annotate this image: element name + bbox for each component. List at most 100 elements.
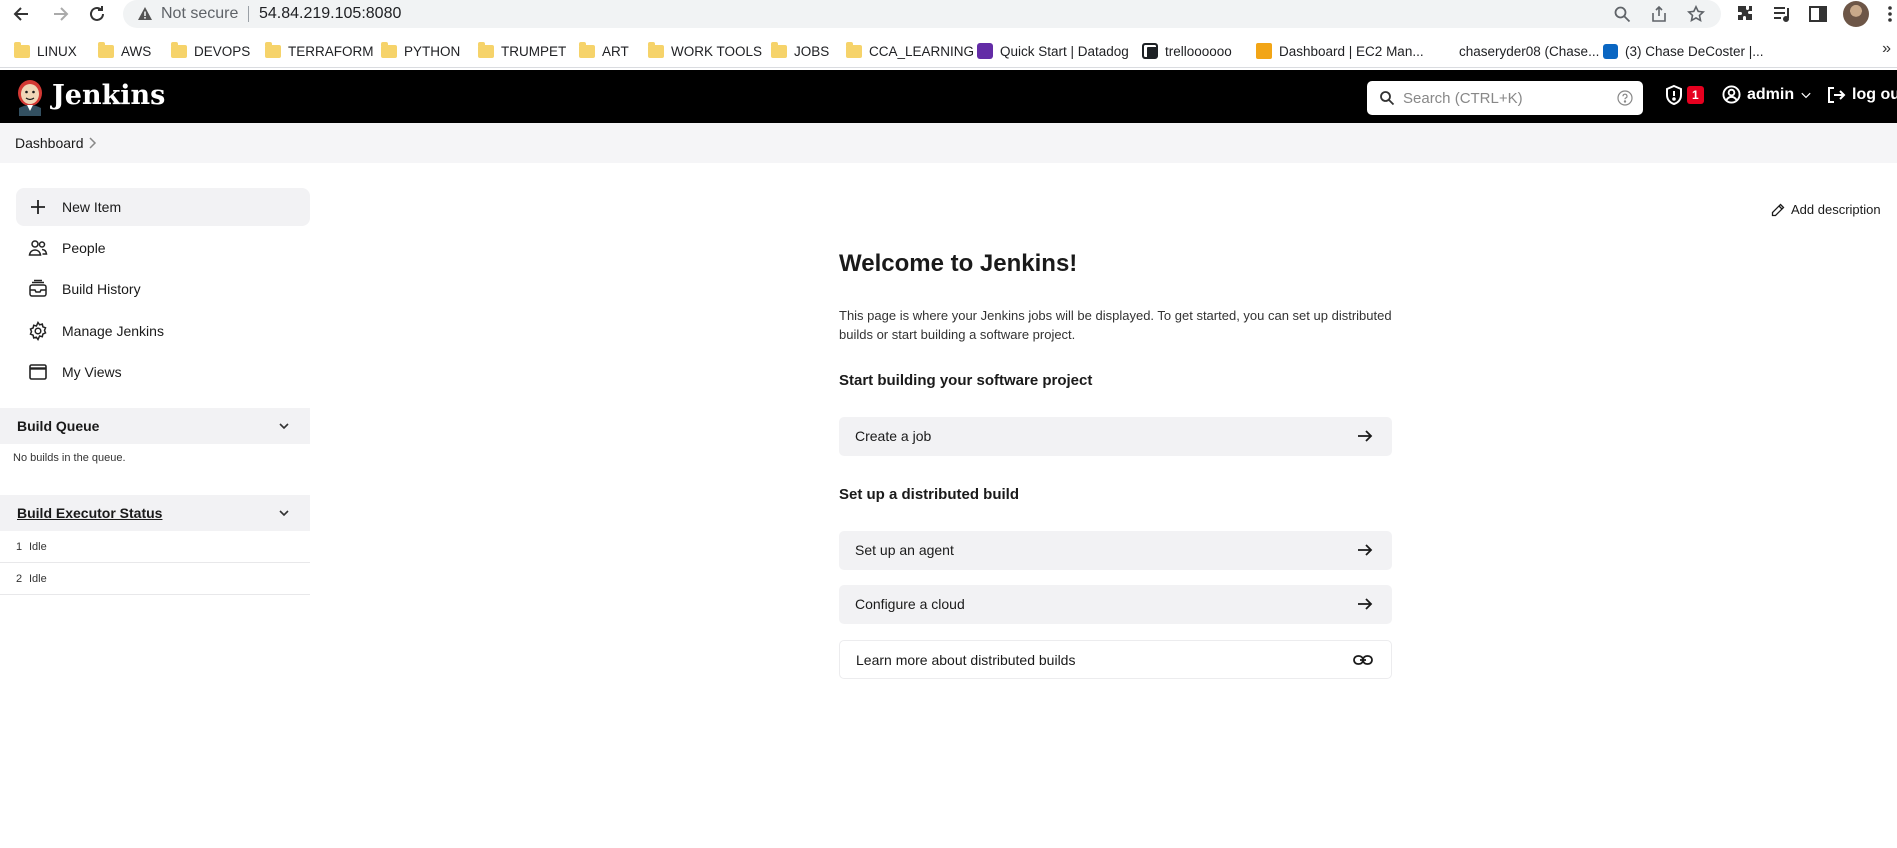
more-bookmarks-button[interactable]: » xyxy=(1882,40,1891,58)
chevron-down-icon[interactable] xyxy=(277,506,291,520)
user-menu[interactable]: admin xyxy=(1722,85,1812,104)
profile-avatar[interactable] xyxy=(1843,1,1869,27)
task-label: People xyxy=(62,240,106,256)
bookmark-label: WORK TOOLS xyxy=(671,43,763,59)
bookmark-label: Dashboard | EC2 Man... xyxy=(1279,43,1424,59)
gear-icon xyxy=(28,320,48,342)
bookmark-label: TERRAFORM xyxy=(288,43,374,59)
executor-number: 2 xyxy=(16,573,23,585)
chevron-down-icon xyxy=(1801,92,1811,98)
bookmark-trumpet[interactable]: TRUMPET xyxy=(478,41,566,61)
shield-alert-icon xyxy=(1666,84,1682,106)
chevron-down-icon[interactable] xyxy=(277,419,291,433)
address-divider xyxy=(248,6,249,22)
browser-toolbar: Not secure 54.84.219.105:8080 xyxy=(0,0,1897,28)
url-text[interactable]: 54.84.219.105:8080 xyxy=(259,5,401,23)
user-name: admin xyxy=(1747,85,1795,103)
action-label: Create a job xyxy=(855,428,932,444)
executor-status: Idle xyxy=(29,573,47,585)
jenkins-brand[interactable]: Jenkins xyxy=(52,80,165,111)
back-arrow-icon[interactable] xyxy=(12,4,32,24)
side-panel-icon[interactable] xyxy=(1808,4,1828,24)
executor-number: 1 xyxy=(16,541,23,553)
bookmark-trello[interactable]: trelloooooo xyxy=(1142,41,1232,61)
create-job-button[interactable]: Create a job xyxy=(839,417,1392,456)
intro-text: This page is where your Jenkins jobs wil… xyxy=(839,308,1392,342)
bookmarks-bar: LINUX AWS DEVOPS TERRAFORM PYTHON TRUMPE… xyxy=(0,32,1897,68)
executor-status-link[interactable]: Build Executor Status xyxy=(17,505,162,521)
executor-status: Idle xyxy=(29,541,47,553)
chrome-menu-icon[interactable] xyxy=(1880,4,1892,24)
bookmark-art[interactable]: ART xyxy=(579,41,629,61)
setup-agent-button[interactable]: Set up an agent xyxy=(839,531,1392,570)
not-secure-label[interactable]: Not secure xyxy=(161,5,238,23)
build-queue-title: Build Queue xyxy=(17,418,100,434)
warning-icon[interactable] xyxy=(137,6,153,22)
task-people[interactable]: People xyxy=(16,229,310,267)
share-icon[interactable] xyxy=(1650,5,1668,23)
build-queue-header[interactable]: Build Queue xyxy=(0,408,310,444)
bookmark-label: Quick Start | Datadog xyxy=(1000,43,1129,59)
bookmark-aws[interactable]: AWS xyxy=(98,41,151,61)
bookmark-label: ART xyxy=(602,43,629,59)
bookmark-python[interactable]: PYTHON xyxy=(381,41,460,61)
bookmark-jobs[interactable]: JOBS xyxy=(771,41,829,61)
logout-label: log out xyxy=(1852,86,1897,103)
bookmark-devops[interactable]: DEVOPS xyxy=(171,41,250,61)
address-bar[interactable]: Not secure 54.84.219.105:8080 xyxy=(123,0,1721,28)
action-label: Learn more about distributed builds xyxy=(856,652,1076,668)
bookmark-label: CCA_LEARNING xyxy=(869,43,975,59)
star-icon[interactable] xyxy=(1686,4,1706,23)
bookmark-work-tools[interactable]: WORK TOOLS xyxy=(648,41,762,61)
jenkins-header: Jenkins 1 admin log out xyxy=(0,70,1897,123)
task-build-history[interactable]: Build History xyxy=(16,270,310,308)
security-alerts-button[interactable]: 1 xyxy=(1664,84,1704,106)
section-heading-build: Start building your software project xyxy=(839,372,1093,389)
arrow-right-icon xyxy=(1356,541,1374,559)
linkedin-icon xyxy=(1603,43,1618,59)
extensions-icon[interactable] xyxy=(1736,4,1756,24)
task-manage-jenkins[interactable]: Manage Jenkins xyxy=(16,312,310,350)
media-controls-icon[interactable] xyxy=(1772,4,1792,24)
plus-icon xyxy=(28,197,48,217)
page-title: Welcome to Jenkins! xyxy=(839,250,1078,277)
task-label: New Item xyxy=(62,199,122,215)
add-description-button[interactable]: Add description xyxy=(1771,202,1881,217)
task-label: Manage Jenkins xyxy=(62,323,164,339)
security-count-badge: 1 xyxy=(1687,86,1704,104)
configure-cloud-button[interactable]: Configure a cloud xyxy=(839,585,1392,624)
aws-cube-icon xyxy=(1256,43,1272,59)
datadog-icon xyxy=(977,43,993,59)
bookmark-ec2-dashboard[interactable]: Dashboard | EC2 Man... xyxy=(1256,41,1424,61)
logout-button[interactable]: log out xyxy=(1826,85,1897,105)
help-icon[interactable] xyxy=(1617,90,1633,106)
executor-row: 1 Idle xyxy=(0,531,310,563)
bookmark-linkedin[interactable]: (3) Chase DeCoster |... xyxy=(1603,41,1764,61)
jenkins-logo-icon[interactable] xyxy=(14,78,46,116)
learn-more-link[interactable]: Learn more about distributed builds xyxy=(839,640,1392,679)
reload-icon[interactable] xyxy=(87,4,107,24)
search-input[interactable] xyxy=(1403,85,1603,111)
search-box[interactable] xyxy=(1367,81,1643,115)
search-icon xyxy=(1380,91,1395,106)
folder-icon xyxy=(579,41,595,58)
logout-icon xyxy=(1828,87,1846,103)
bookmark-label: LINUX xyxy=(37,43,77,59)
bookmark-cca-learning[interactable]: CCA_LEARNING xyxy=(846,41,974,61)
bookmark-terraform[interactable]: TERRAFORM xyxy=(265,41,374,61)
bookmark-label: JOBS xyxy=(794,43,830,59)
task-new-item[interactable]: New Item xyxy=(16,188,310,226)
bookmark-label: AWS xyxy=(121,43,152,59)
forward-arrow-icon[interactable] xyxy=(50,4,70,24)
zoom-icon[interactable] xyxy=(1613,5,1631,23)
bookmark-datadog[interactable]: Quick Start | Datadog xyxy=(977,41,1129,61)
bookmark-linux[interactable]: LINUX xyxy=(14,41,77,61)
window-icon xyxy=(28,362,48,382)
task-my-views[interactable]: My Views xyxy=(16,353,310,391)
executor-row: 2 Idle xyxy=(0,563,310,595)
breadcrumb-dashboard[interactable]: Dashboard xyxy=(15,135,84,151)
bookmark-chaseryder[interactable]: chaseryder08 (Chase... xyxy=(1459,41,1599,61)
folder-icon xyxy=(381,41,397,58)
chevron-right-icon[interactable] xyxy=(86,136,98,150)
bookmark-label: (3) Chase DeCoster |... xyxy=(1625,43,1764,59)
